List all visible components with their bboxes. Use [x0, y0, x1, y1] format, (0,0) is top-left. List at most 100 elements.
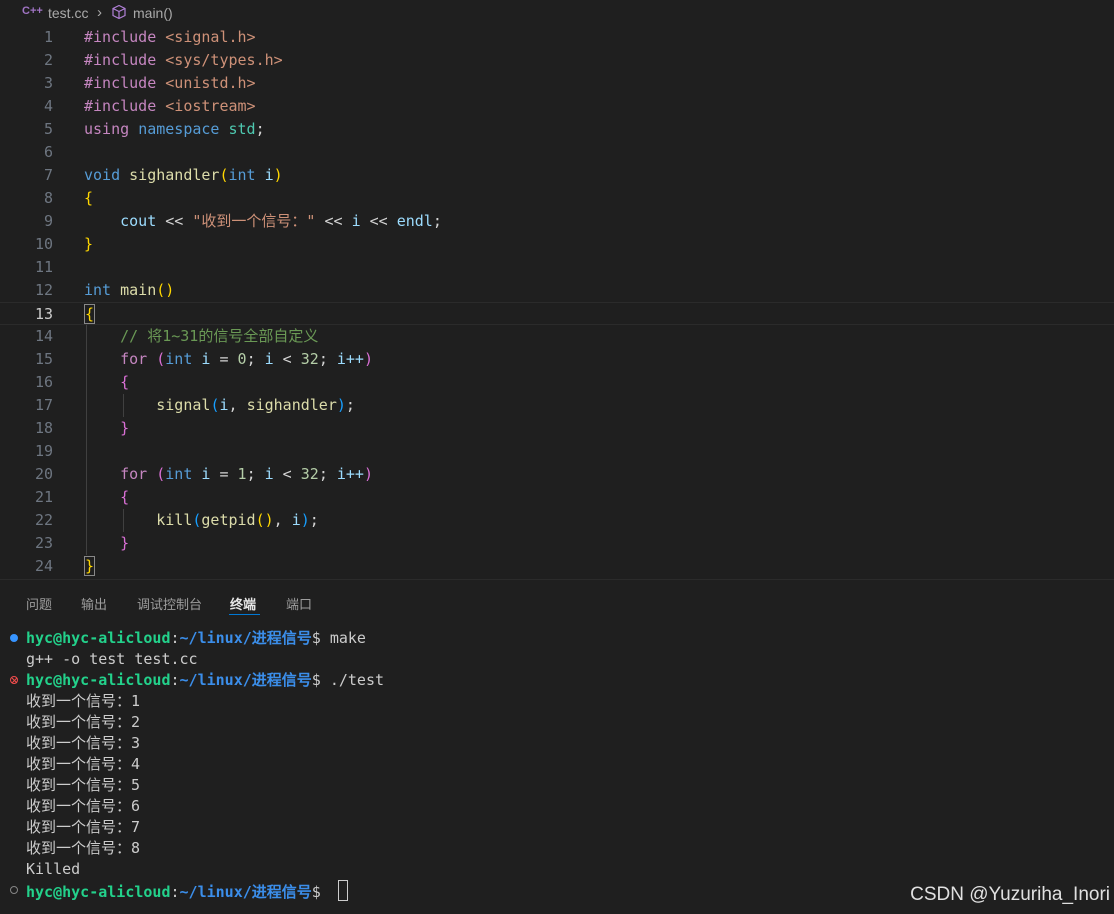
matched-bracket: }	[84, 556, 96, 576]
code-line: 21 {	[0, 486, 1114, 509]
code-editor[interactable]: 1 #include <signal.h> 2 #include <sys/ty…	[0, 26, 1114, 579]
current-line: 13 {	[0, 302, 1114, 325]
code-line: 14 // 将1~31的信号全部自定义	[0, 325, 1114, 348]
code-text: for (int i = 0; i < 32; i++)	[120, 350, 373, 368]
code-line: 17 signal(i, sighandler);	[0, 394, 1114, 417]
command-success-icon[interactable]	[10, 634, 18, 642]
code-line: 4 #include <iostream>	[0, 95, 1114, 118]
terminal-output-line: 收到一个信号：1	[26, 692, 141, 710]
code-line: 11	[0, 256, 1114, 279]
code-line: 8 {	[0, 187, 1114, 210]
code-line: 1 #include <signal.h>	[0, 26, 1114, 49]
code-text: {	[84, 303, 96, 326]
code-line: 20 for (int i = 1; i < 32; i++)	[0, 463, 1114, 486]
terminal-output-line: 收到一个信号：3	[26, 734, 141, 752]
line-number: 3	[43, 74, 53, 92]
code-text: #include <iostream>	[84, 97, 256, 115]
line-number: 11	[34, 258, 53, 276]
terminal-output-line: 收到一个信号：7	[26, 818, 141, 836]
code-text: // 将1~31的信号全部自定义	[120, 327, 319, 345]
line-number: 6	[43, 143, 53, 161]
tab-ports[interactable]: 端口	[286, 594, 312, 613]
code-line: 3 #include <unistd.h>	[0, 72, 1114, 95]
terminal-output-line: 收到一个信号：4	[26, 755, 141, 773]
line-number: 20	[34, 465, 53, 483]
terminal-command: ./test	[329, 671, 385, 689]
code-line: 9 cout << "收到一个信号：" << i << endl;	[0, 210, 1114, 233]
code-text: {	[120, 488, 130, 506]
line-number: 22	[34, 511, 53, 529]
line-number: 23	[34, 534, 53, 552]
code-line: 16 {	[0, 371, 1114, 394]
cube-icon	[111, 4, 127, 23]
terminal-cursor	[337, 880, 348, 901]
tab-output[interactable]: 输出	[81, 594, 107, 613]
code-text: {	[120, 373, 130, 391]
code-text: }	[84, 235, 94, 253]
code-line: 19	[0, 440, 1114, 463]
terminal-output-line: 收到一个信号：2	[26, 713, 141, 731]
terminal-output-line: Killed	[26, 860, 81, 878]
line-number: 1	[43, 28, 53, 46]
line-number: 2	[43, 51, 53, 69]
breadcrumb-file[interactable]: test.cc	[48, 5, 88, 21]
tab-problems[interactable]: 问题	[26, 594, 52, 613]
line-number: 16	[34, 373, 53, 391]
line-number: 17	[34, 396, 53, 414]
code-text: using namespace std;	[84, 120, 265, 138]
breadcrumb-symbol[interactable]: main()	[133, 5, 173, 21]
line-number: 24	[34, 557, 53, 575]
line-number: 8	[43, 189, 53, 207]
line-number: 12	[34, 281, 53, 299]
line-number: 5	[43, 120, 53, 138]
watermark: CSDN @Yuzuriha_Inori	[910, 884, 1110, 905]
code-text: #include <sys/types.h>	[84, 51, 283, 69]
terminal-command: make	[329, 629, 366, 647]
code-line: 22 kill(getpid(), i);	[0, 509, 1114, 532]
code-line: 12 int main()	[0, 279, 1114, 302]
code-text: }	[120, 419, 130, 437]
code-text: }	[84, 555, 96, 578]
code-text: #include <signal.h>	[84, 28, 256, 46]
code-line: 15 for (int i = 0; i < 32; i++)	[0, 348, 1114, 371]
breadcrumb: C++ test.cc › main()	[0, 0, 1114, 26]
code-text: int main()	[84, 281, 175, 299]
panel-tab-bar: 问题 输出 调试控制台 终端 端口	[0, 588, 1114, 618]
code-line: 6	[0, 141, 1114, 164]
line-number: 7	[43, 166, 53, 184]
code-text: #include <unistd.h>	[84, 74, 256, 92]
tab-debug-console[interactable]: 调试控制台	[137, 594, 202, 613]
cpp-file-icon: C++	[22, 5, 43, 17]
line-number: 14	[34, 327, 53, 345]
code-line: 10 }	[0, 233, 1114, 256]
terminal[interactable]: hyc@hyc-alicloud:~/linux/进程信号$ make g++ …	[0, 628, 1114, 914]
panel-divider	[0, 579, 1114, 580]
code-line: 24 }	[0, 555, 1114, 578]
line-number: 18	[34, 419, 53, 437]
terminal-output-line: 收到一个信号：5	[26, 776, 141, 794]
code-text: signal(i, sighandler);	[156, 396, 355, 414]
terminal-output-line: 收到一个信号：8	[26, 839, 141, 857]
code-line: 5 using namespace std;	[0, 118, 1114, 141]
code-line: 7 void sighandler(int i)	[0, 164, 1114, 187]
code-text: kill(getpid(), i);	[156, 511, 319, 529]
terminal-prompt-line: hyc@hyc-alicloud:~/linux/进程信号$	[26, 880, 348, 903]
code-text: {	[84, 189, 94, 207]
terminal-output-line: 收到一个信号：6	[26, 797, 141, 815]
tab-terminal[interactable]: 终端	[230, 594, 256, 613]
code-line: 23 }	[0, 532, 1114, 555]
code-text: }	[120, 534, 130, 552]
command-pending-icon	[10, 886, 18, 894]
command-error-icon[interactable]	[10, 676, 18, 684]
matched-bracket: {	[84, 304, 96, 324]
chevron-right-icon: ›	[97, 4, 102, 21]
line-number: 15	[34, 350, 53, 368]
code-line: 2 #include <sys/types.h>	[0, 49, 1114, 72]
line-number: 19	[34, 442, 53, 460]
line-number: 10	[34, 235, 53, 253]
terminal-prompt-line: hyc@hyc-alicloud:~/linux/进程信号$ ./test	[26, 671, 385, 689]
line-number: 21	[34, 488, 53, 506]
line-number: 4	[43, 97, 53, 115]
terminal-prompt-line: hyc@hyc-alicloud:~/linux/进程信号$ make	[26, 629, 366, 647]
code-text: for (int i = 1; i < 32; i++)	[120, 465, 373, 483]
